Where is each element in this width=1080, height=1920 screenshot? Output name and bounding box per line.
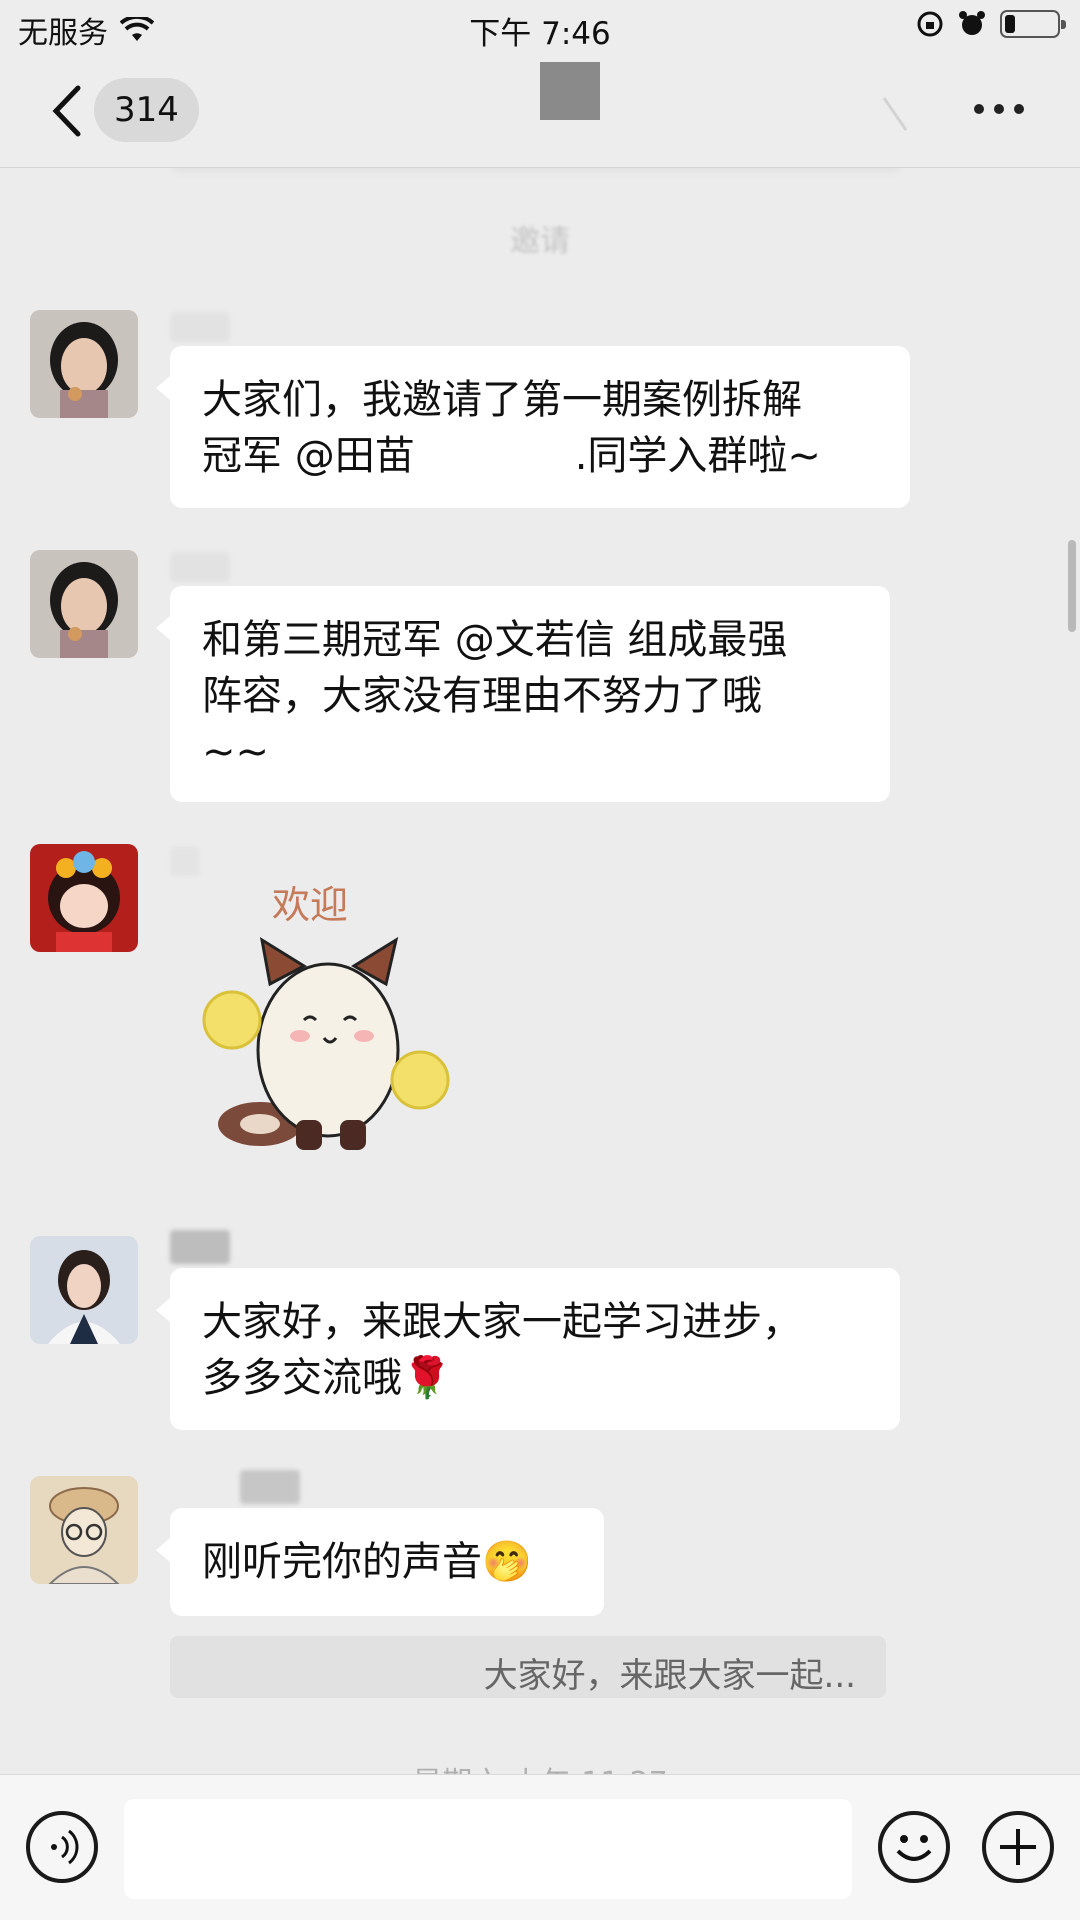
avatar[interactable] [30,310,138,418]
message-text: 大家好，来跟大家一起学习进步， [202,1299,802,1345]
alarm-icon [959,11,985,35]
previous-message-edge [172,168,900,172]
message-bubble[interactable]: 和第三期冠军 @文若信 组成最强 阵容，大家没有理由不努力了哦 ~~ [156,586,890,802]
message-text: ~~ [202,729,270,775]
more-dots-icon[interactable] [974,104,1024,114]
quoted-message-text: 大家好，来跟大家一起... [483,1656,856,1696]
mute-icon [882,97,908,131]
scroll-indicator[interactable] [1068,540,1076,632]
plus-icon[interactable] [982,1811,1054,1883]
nav-bar: 314 [0,54,1080,168]
sender-name-redacted [170,312,230,342]
chat-message-list[interactable]: 邀请 大家们，我邀请了第一期案例拆解 冠军 @田苗 .同学入群啦~ 和第三期冠军… [0,168,1080,1774]
battery-icon [1000,10,1066,38]
message-bubble[interactable]: 大家们，我邀请了第一期案例拆解 冠军 @田苗 .同学入群啦~ [156,346,910,508]
rose-emoji: 🌹 [402,1355,452,1401]
avatar[interactable] [30,550,138,658]
input-bar [0,1774,1080,1920]
sender-name-redacted [170,1230,230,1264]
sticker-caption: 欢迎 [272,883,349,927]
quoted-message[interactable]: 大家好，来跟大家一起... [170,1636,886,1698]
system-notice: 邀请 [510,224,570,259]
avatar[interactable] [30,844,138,952]
sender-name-redacted [240,1470,300,1504]
sticker[interactable]: 欢迎 [200,874,480,1164]
message-text: 阵容，大家没有理由不努力了哦 [202,673,762,719]
chevron-left-icon[interactable] [48,84,88,138]
message-text: 刚听完你的声音 [202,1539,482,1585]
rotation-lock-icon [917,11,943,37]
faded-timestamp: 星期六 上午 11:27 [0,1758,1080,1774]
avatar[interactable] [30,1476,138,1584]
smiley-icon[interactable] [878,1811,950,1883]
mention-redacted [414,435,575,481]
avatar[interactable] [30,1236,138,1344]
unread-count-badge[interactable]: 314 [94,78,199,142]
message-input[interactable] [124,1799,852,1899]
message-text: 大家们，我邀请了第一期案例拆解 [202,377,802,423]
message-text: 多多交流哦 [202,1355,402,1401]
voice-icon[interactable] [26,1811,98,1883]
message-bubble[interactable]: 刚听完你的声音🤭 [156,1508,604,1616]
message-text: 和第三期冠军 @文若信 组成最强 [202,617,788,663]
message-text: 冠军 @田苗 [202,433,415,479]
sender-name-redacted [170,846,200,876]
status-bar: 无服务 下午 7:46 [0,0,1080,54]
sender-name-redacted [170,552,230,582]
chat-title-redacted [540,62,600,120]
smirk-emoji: 🤭 [482,1539,532,1585]
message-bubble[interactable]: 大家好，来跟大家一起学习进步， 多多交流哦🌹 [156,1268,900,1430]
message-text: .同学入群啦~ [574,433,821,479]
